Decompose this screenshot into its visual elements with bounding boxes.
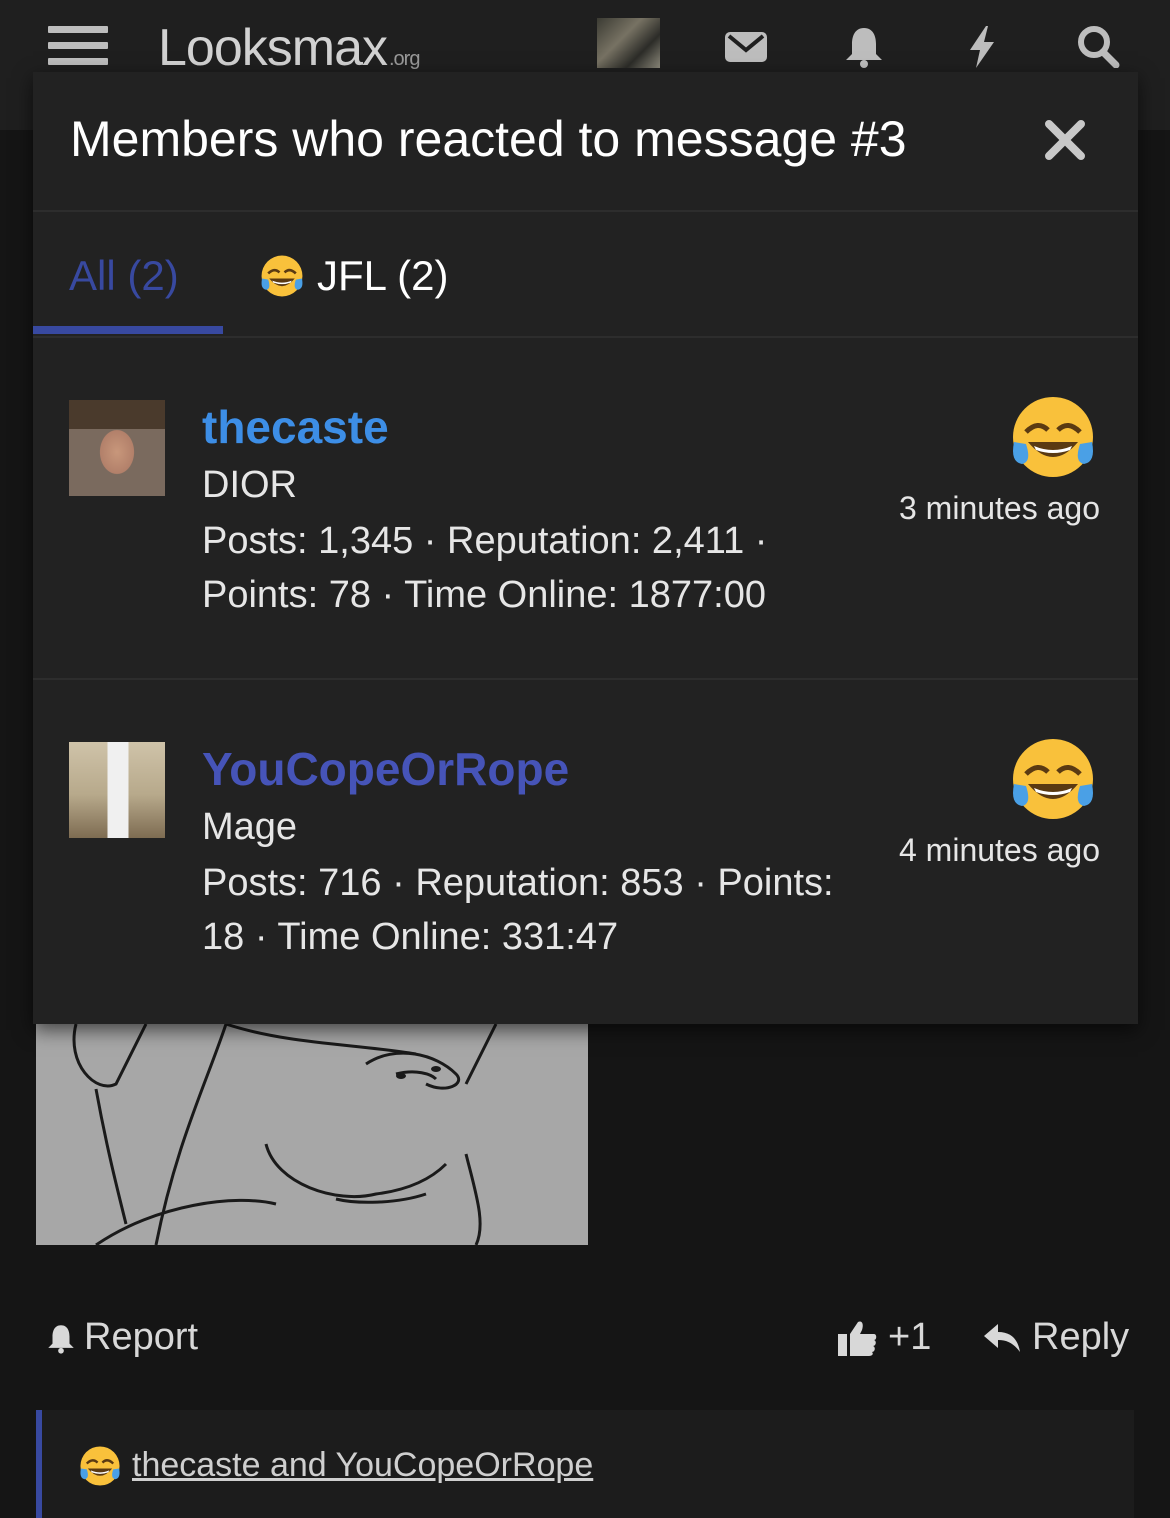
reactions-modal: Members who reacted to message #3 All (2…: [33, 72, 1138, 1024]
tab-all[interactable]: All (2): [69, 252, 179, 300]
user-title: Mage: [202, 806, 298, 848]
report-label: Report: [84, 1316, 199, 1358]
logo-suffix: .org: [389, 48, 420, 70]
username-link[interactable]: thecaste: [202, 400, 389, 454]
tab-jfl-label: JFL (2): [317, 252, 449, 299]
reactions-summary-bar: thecaste and YouCopeOrRope: [36, 1410, 1134, 1518]
mail-icon[interactable]: [722, 24, 770, 68]
laugh-cry-emoji-icon: [261, 255, 303, 297]
laugh-cry-emoji-icon: [1013, 397, 1093, 477]
wojak-drawing: [72, 1024, 498, 1245]
avatar[interactable]: [69, 742, 165, 838]
plus-one-label: +1: [888, 1316, 932, 1358]
close-icon[interactable]: [1041, 116, 1089, 164]
username-link[interactable]: YouCopeOrRope: [202, 742, 569, 796]
bolt-icon[interactable]: [958, 24, 1006, 68]
report-button[interactable]: Report: [44, 1316, 198, 1359]
reactions-summary-link[interactable]: thecaste and YouCopeOrRope: [132, 1446, 593, 1485]
reaction-time: 3 minutes ago: [898, 490, 1100, 526]
bell-icon: [48, 1324, 74, 1354]
reaction-tabs: All (2) JFL (2): [33, 212, 1138, 338]
thumbs-up-icon: [838, 1320, 877, 1356]
tab-all-label: All (2): [69, 252, 179, 299]
site-logo[interactable]: Looksmax .org: [158, 18, 420, 78]
member-row: YouCopeOrRope Mage Posts: 716 · Reputati…: [33, 682, 1138, 1022]
post-actions: Report +1 Reply: [0, 1300, 1170, 1370]
laugh-cry-emoji-icon: [1013, 739, 1093, 819]
meme-image: [36, 1024, 588, 1245]
logo-text: Looksmax: [158, 19, 388, 77]
reply-arrow-icon: [984, 1323, 1020, 1352]
modal-title: Members who reacted to message #3: [70, 111, 907, 167]
reaction-time: 4 minutes ago: [898, 832, 1100, 868]
search-icon[interactable]: [1074, 24, 1122, 68]
reply-label: Reply: [1032, 1316, 1130, 1358]
user-title: DIOR: [202, 464, 297, 506]
plus-one-button[interactable]: +1: [836, 1316, 931, 1359]
member-row: thecaste DIOR Posts: 1,345 · Reputation:…: [33, 340, 1138, 680]
reply-button[interactable]: Reply: [982, 1316, 1129, 1359]
modal-header: Members who reacted to message #3: [33, 72, 1138, 212]
avatar[interactable]: [69, 400, 165, 496]
user-stats: Posts: 1,345 · Reputation: 2,411 · Point…: [202, 520, 768, 616]
bell-icon[interactable]: [840, 24, 888, 68]
active-tab-indicator: [33, 326, 223, 334]
user-stats: Posts: 716 · Reputation: 853 · Points: 1…: [202, 862, 834, 958]
account-avatar[interactable]: [597, 18, 660, 68]
menu-icon[interactable]: [48, 26, 108, 70]
tab-jfl[interactable]: JFL (2): [259, 252, 448, 300]
laugh-cry-emoji-icon: [80, 1446, 120, 1486]
